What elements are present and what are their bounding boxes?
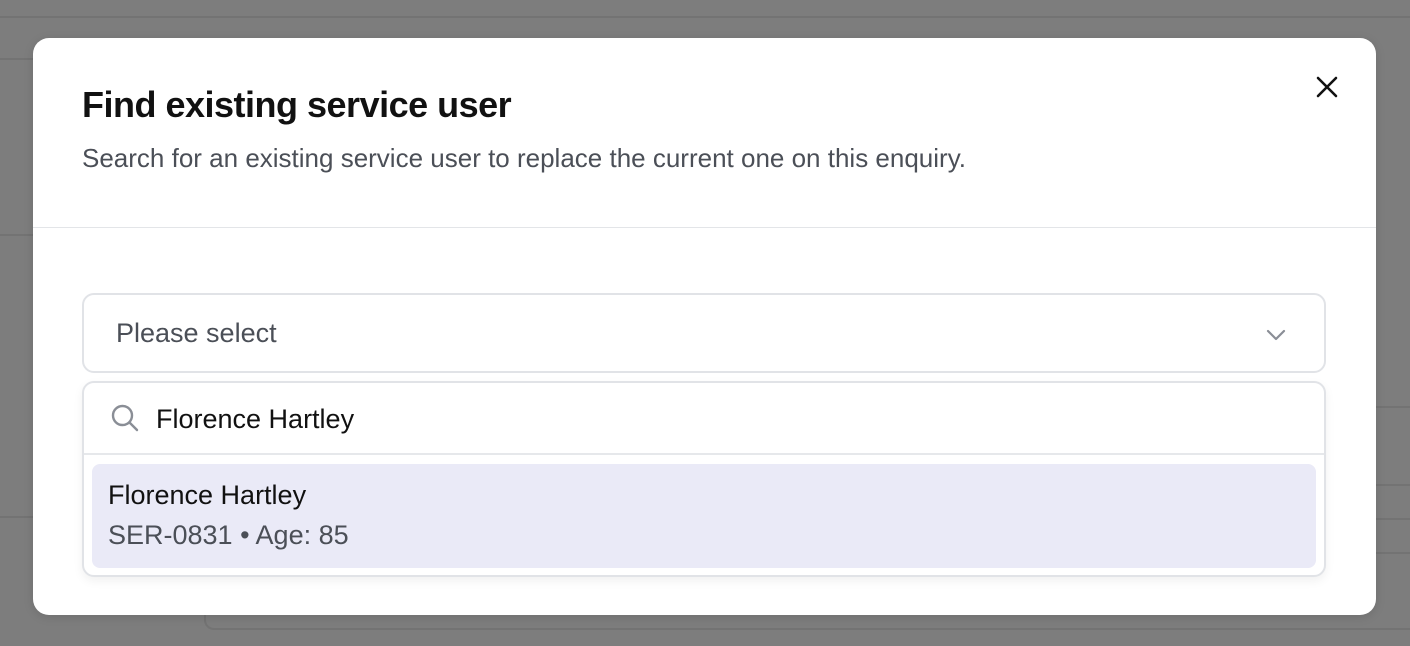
modal-title: Find existing service user	[82, 84, 512, 125]
background-divider	[1370, 484, 1410, 486]
list-item[interactable]: Florence Hartley SER-0831 • Age: 85	[92, 464, 1316, 568]
modal-description: Search for an existing service user to r…	[82, 143, 966, 173]
option-name: Florence Hartley	[108, 480, 307, 510]
close-icon	[1316, 76, 1338, 98]
search-input[interactable]	[156, 397, 1296, 441]
select-value: Please select	[116, 317, 277, 348]
dropdown-search-row	[84, 383, 1324, 455]
background-divider	[1370, 552, 1410, 554]
background-divider	[0, 16, 1410, 18]
find-service-user-modal: Find existing service user Search for an…	[33, 38, 1376, 615]
header-divider	[33, 227, 1376, 228]
service-user-select[interactable]: Please select	[82, 293, 1326, 373]
chevron-down-icon	[1266, 329, 1286, 341]
close-button[interactable]	[1312, 72, 1342, 102]
background-divider	[1370, 406, 1410, 408]
select-dropdown: Florence Hartley SER-0831 • Age: 85	[82, 381, 1326, 577]
option-meta: SER-0831 • Age: 85	[108, 520, 349, 550]
search-icon	[111, 404, 139, 432]
background-divider	[1370, 518, 1410, 520]
